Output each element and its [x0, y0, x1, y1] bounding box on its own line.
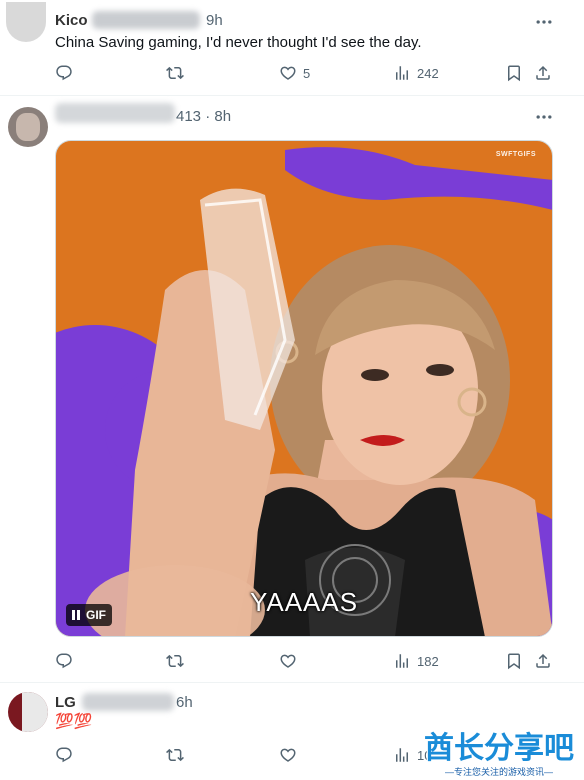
share-icon — [534, 652, 552, 670]
display-name-redacted[interactable]: Kico — [55, 12, 88, 29]
retweet-button[interactable] — [166, 650, 184, 672]
share-icon — [534, 64, 552, 82]
avatar[interactable] — [8, 107, 48, 147]
views-icon — [393, 64, 411, 82]
views-button[interactable]: 182 — [393, 650, 439, 672]
reply-icon — [55, 746, 73, 764]
tweet-time[interactable]: 9h — [206, 12, 223, 29]
source-watermark: SWFTGIFS — [495, 151, 536, 158]
retweet-icon — [166, 746, 184, 764]
tweet-1[interactable]: Kico 9h China Saving gaming, I'd never t… — [0, 0, 584, 96]
action-bar: 182 — [55, 650, 555, 672]
views-button[interactable]: 242 — [393, 62, 439, 84]
reply-button[interactable] — [55, 62, 73, 84]
like-button[interactable]: 5 — [279, 62, 310, 84]
retweet-icon — [166, 64, 184, 82]
gif-media[interactable]: SWFTGIFS YAAAAS GIF — [55, 140, 553, 637]
retweet-button[interactable] — [166, 744, 184, 766]
bookmark-button[interactable] — [505, 62, 523, 84]
site-watermark-title: 酋长分享吧 — [424, 732, 574, 765]
gif-label: GIF — [86, 608, 106, 622]
view-count: 242 — [417, 65, 439, 81]
tweet-time[interactable]: 6h — [176, 694, 193, 711]
like-button[interactable] — [279, 744, 297, 766]
bookmark-button[interactable] — [505, 650, 523, 672]
pause-icon[interactable] — [72, 610, 80, 620]
handle-redacted — [92, 11, 200, 29]
views-icon — [393, 746, 411, 764]
site-watermark-subtitle: —专注您关注的游戏资讯— — [424, 765, 574, 778]
avatar[interactable] — [8, 692, 48, 732]
like-button[interactable] — [279, 650, 297, 672]
bookmark-icon — [505, 64, 523, 82]
more-icon[interactable] — [534, 12, 554, 32]
reply-icon — [55, 652, 73, 670]
gif-badge[interactable]: GIF — [66, 604, 112, 626]
view-count: 182 — [417, 653, 439, 669]
reply-icon — [55, 64, 73, 82]
like-count: 5 — [303, 65, 311, 81]
more-icon[interactable] — [534, 107, 554, 127]
tweet-text: China Saving gaming, I'd never thought I… — [55, 34, 422, 51]
action-bar: 5 242 — [55, 62, 555, 84]
like-icon — [279, 64, 297, 82]
handle-redacted — [82, 693, 174, 711]
reply-button[interactable] — [55, 650, 73, 672]
display-name-redacted[interactable]: LG — [55, 694, 76, 711]
display-name-redacted — [55, 103, 175, 123]
views-icon — [393, 652, 411, 670]
like-icon — [279, 746, 297, 764]
like-icon — [279, 652, 297, 670]
retweet-icon — [166, 652, 184, 670]
retweet-button[interactable] — [166, 62, 184, 84]
tweet-time[interactable]: 413 · 8h — [176, 108, 231, 125]
share-button[interactable] — [534, 650, 552, 672]
avatar[interactable] — [6, 2, 46, 42]
gif-caption: YAAAAS — [249, 587, 359, 617]
bookmark-icon — [505, 652, 523, 670]
reply-button[interactable] — [55, 744, 73, 766]
share-button[interactable] — [534, 62, 552, 84]
site-watermark: 酋长分享吧 —专注您关注的游戏资讯— — [424, 733, 574, 778]
gif-image — [56, 141, 552, 636]
tweet-text: 💯💯 — [55, 713, 93, 730]
